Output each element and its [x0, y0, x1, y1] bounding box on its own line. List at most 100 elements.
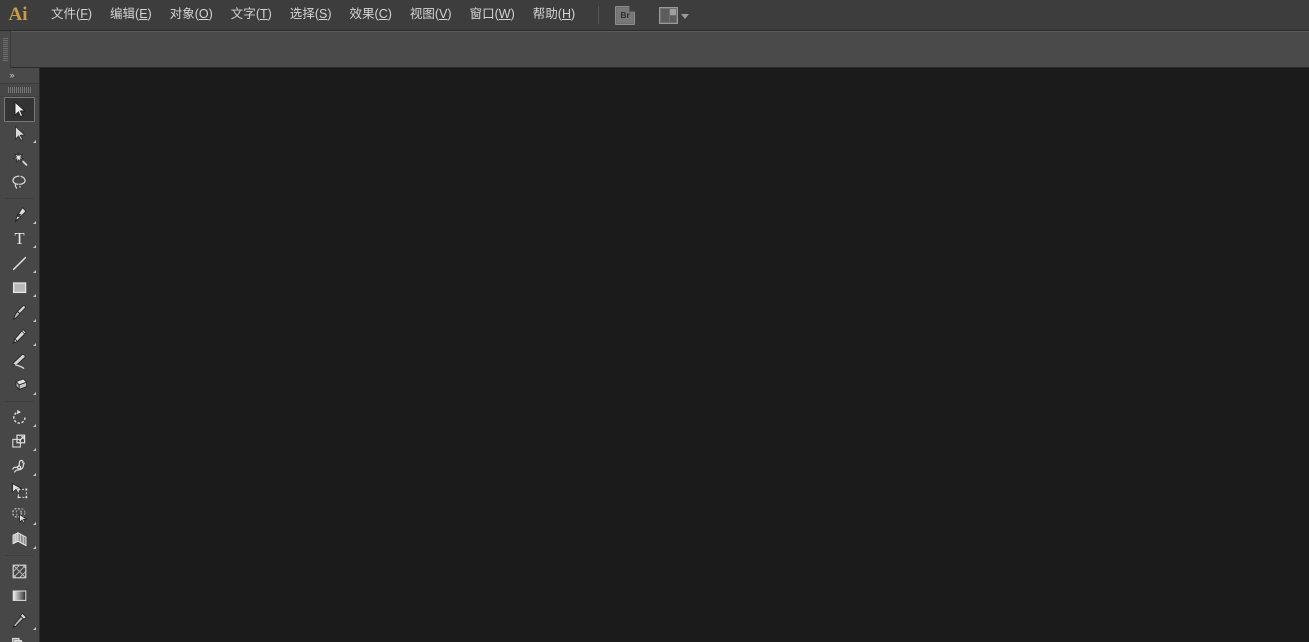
- tool-flyout-indicator-icon: [33, 245, 36, 248]
- gradient-icon: [10, 586, 29, 605]
- shape-builder-icon: [10, 506, 29, 525]
- menu-view[interactable]: 视图(V): [401, 3, 461, 27]
- blend-icon: [10, 635, 29, 642]
- tool-flyout-indicator-icon: [33, 448, 36, 451]
- pen-tool[interactable]: [0, 202, 39, 227]
- tool-panel-drag-grip[interactable]: [0, 84, 39, 97]
- mesh-icon: [10, 562, 29, 581]
- rotate-tool[interactable]: [0, 405, 39, 430]
- tool-flyout-indicator-icon: [33, 546, 36, 549]
- accelerator-key: C: [378, 7, 388, 22]
- line-diagonal-icon: [10, 254, 29, 273]
- shape-builder-tool[interactable]: [0, 503, 39, 528]
- free-transform-tool[interactable]: [0, 479, 39, 504]
- eyedropper-tool[interactable]: [0, 608, 39, 633]
- lasso-tool[interactable]: [0, 171, 39, 196]
- chevron-down-icon: [681, 13, 690, 19]
- type-t-icon: T: [10, 229, 29, 248]
- eraser-tool[interactable]: [0, 374, 39, 399]
- bridge-button-label: Br: [620, 10, 630, 20]
- tool-flyout-indicator-icon: [33, 521, 36, 525]
- menu-item-label: 编辑: [110, 7, 136, 22]
- menu-item-accelerator: (W): [494, 7, 515, 22]
- menu-item-accelerator: (C): [374, 7, 392, 22]
- scale-icon: [10, 432, 29, 451]
- magic-wand-icon: [10, 149, 29, 168]
- menu-window[interactable]: 窗口(W): [461, 3, 524, 27]
- arrow-solid-icon: [10, 100, 29, 119]
- menu-items: 文件(F) 编辑(E) 对象(O) 文字(T) 选择(S) 效果(C) 视图(V) 窗口(W)…: [42, 3, 584, 27]
- menu-object[interactable]: 对象(O): [161, 3, 222, 27]
- ai-logo-icon: Ai: [8, 4, 28, 25]
- menu-effect[interactable]: 效果(C): [341, 3, 401, 27]
- tool-list: T: [0, 97, 39, 642]
- tool-group-separator: [5, 198, 34, 199]
- document-canvas[interactable]: [40, 68, 1309, 642]
- perspective-grid-tool[interactable]: [0, 528, 39, 553]
- tool-flyout-indicator-icon: [33, 220, 36, 224]
- menu-help[interactable]: 帮助(H): [524, 3, 584, 27]
- menu-item-accelerator: (F): [76, 7, 92, 22]
- tool-flyout-indicator-icon: [33, 294, 36, 297]
- menu-bar: Ai 文件(F) 编辑(E) 对象(O) 文字(T) 选择(S) 效果(C) 视图(V) 窗口…: [0, 0, 1309, 31]
- rectangle-tool[interactable]: [0, 276, 39, 301]
- menu-item-label: 文件: [51, 7, 77, 22]
- selection-tool[interactable]: [4, 97, 35, 122]
- gradient-tool[interactable]: [0, 584, 39, 609]
- accelerator-key: H: [561, 7, 571, 22]
- perspective-grid-icon: [10, 530, 29, 549]
- accelerator-key: F: [80, 7, 88, 22]
- accelerator-key: O: [198, 7, 209, 22]
- svg-text:T: T: [14, 229, 24, 248]
- menu-item-label: 文字: [230, 7, 256, 22]
- accelerator-key: S: [318, 7, 328, 22]
- menu-item-accelerator: (O): [194, 7, 213, 22]
- tool-flyout-indicator-icon: [33, 472, 36, 476]
- collapse-panel-icon[interactable]: »: [3, 69, 20, 82]
- tool-flyout-indicator-icon: [33, 140, 36, 143]
- menu-item-label: 效果: [349, 7, 375, 22]
- menu-file[interactable]: 文件(F): [42, 3, 101, 27]
- arrow-filled-icon: [10, 124, 29, 143]
- direct-selection-tool[interactable]: [0, 122, 39, 147]
- pen-nib-icon: [10, 205, 29, 224]
- menu-select[interactable]: 选择(S): [281, 3, 341, 27]
- width-tool[interactable]: [0, 454, 39, 479]
- paintbrush-tool[interactable]: [0, 300, 39, 325]
- tool-flyout-indicator-icon: [33, 269, 36, 273]
- menu-item-label: 帮助: [532, 7, 558, 22]
- scale-tool[interactable]: [0, 430, 39, 455]
- eraser-icon: [10, 376, 29, 395]
- blob-brush-icon: [10, 352, 29, 371]
- blob-brush-tool[interactable]: [0, 349, 39, 374]
- illustrator-window: Ai 文件(F) 编辑(E) 对象(O) 文字(T) 选择(S) 效果(C) 视图(V) 窗口…: [0, 0, 1309, 642]
- line-segment-tool[interactable]: [0, 251, 39, 276]
- menu-type[interactable]: 文字(T): [222, 3, 281, 27]
- blend-tool[interactable]: [0, 633, 39, 642]
- menu-item-accelerator: (H): [557, 7, 576, 22]
- menu-item-accelerator: (T): [255, 7, 272, 22]
- paintbrush-icon: [10, 303, 29, 322]
- accelerator-key: E: [139, 7, 148, 22]
- pencil-tool[interactable]: [0, 325, 39, 350]
- tool-flyout-indicator-icon: [33, 343, 36, 346]
- pencil-icon: [10, 327, 29, 346]
- menu-edit[interactable]: 编辑(E): [101, 3, 161, 27]
- tool-group-separator: [5, 555, 34, 556]
- tool-flyout-indicator-icon: [33, 392, 36, 395]
- menu-item-label: 对象: [169, 7, 195, 22]
- width-icon: [10, 457, 29, 476]
- rectangle-icon: [10, 278, 29, 297]
- eyedropper-icon: [10, 611, 29, 630]
- menu-item-label: 窗口: [469, 7, 495, 22]
- workspace-switcher-button[interactable]: [659, 6, 690, 24]
- bridge-button[interactable]: Br: [615, 5, 636, 25]
- tool-panel-header: »: [0, 68, 39, 84]
- tool-group-separator: [5, 401, 34, 402]
- type-tool[interactable]: T: [0, 227, 39, 252]
- accelerator-key: V: [439, 7, 448, 22]
- workspace-layout-icon: [659, 6, 679, 24]
- mesh-tool[interactable]: [0, 559, 39, 584]
- control-bar-drag-grip[interactable]: [0, 31, 11, 68]
- magic-wand-tool[interactable]: [0, 146, 39, 171]
